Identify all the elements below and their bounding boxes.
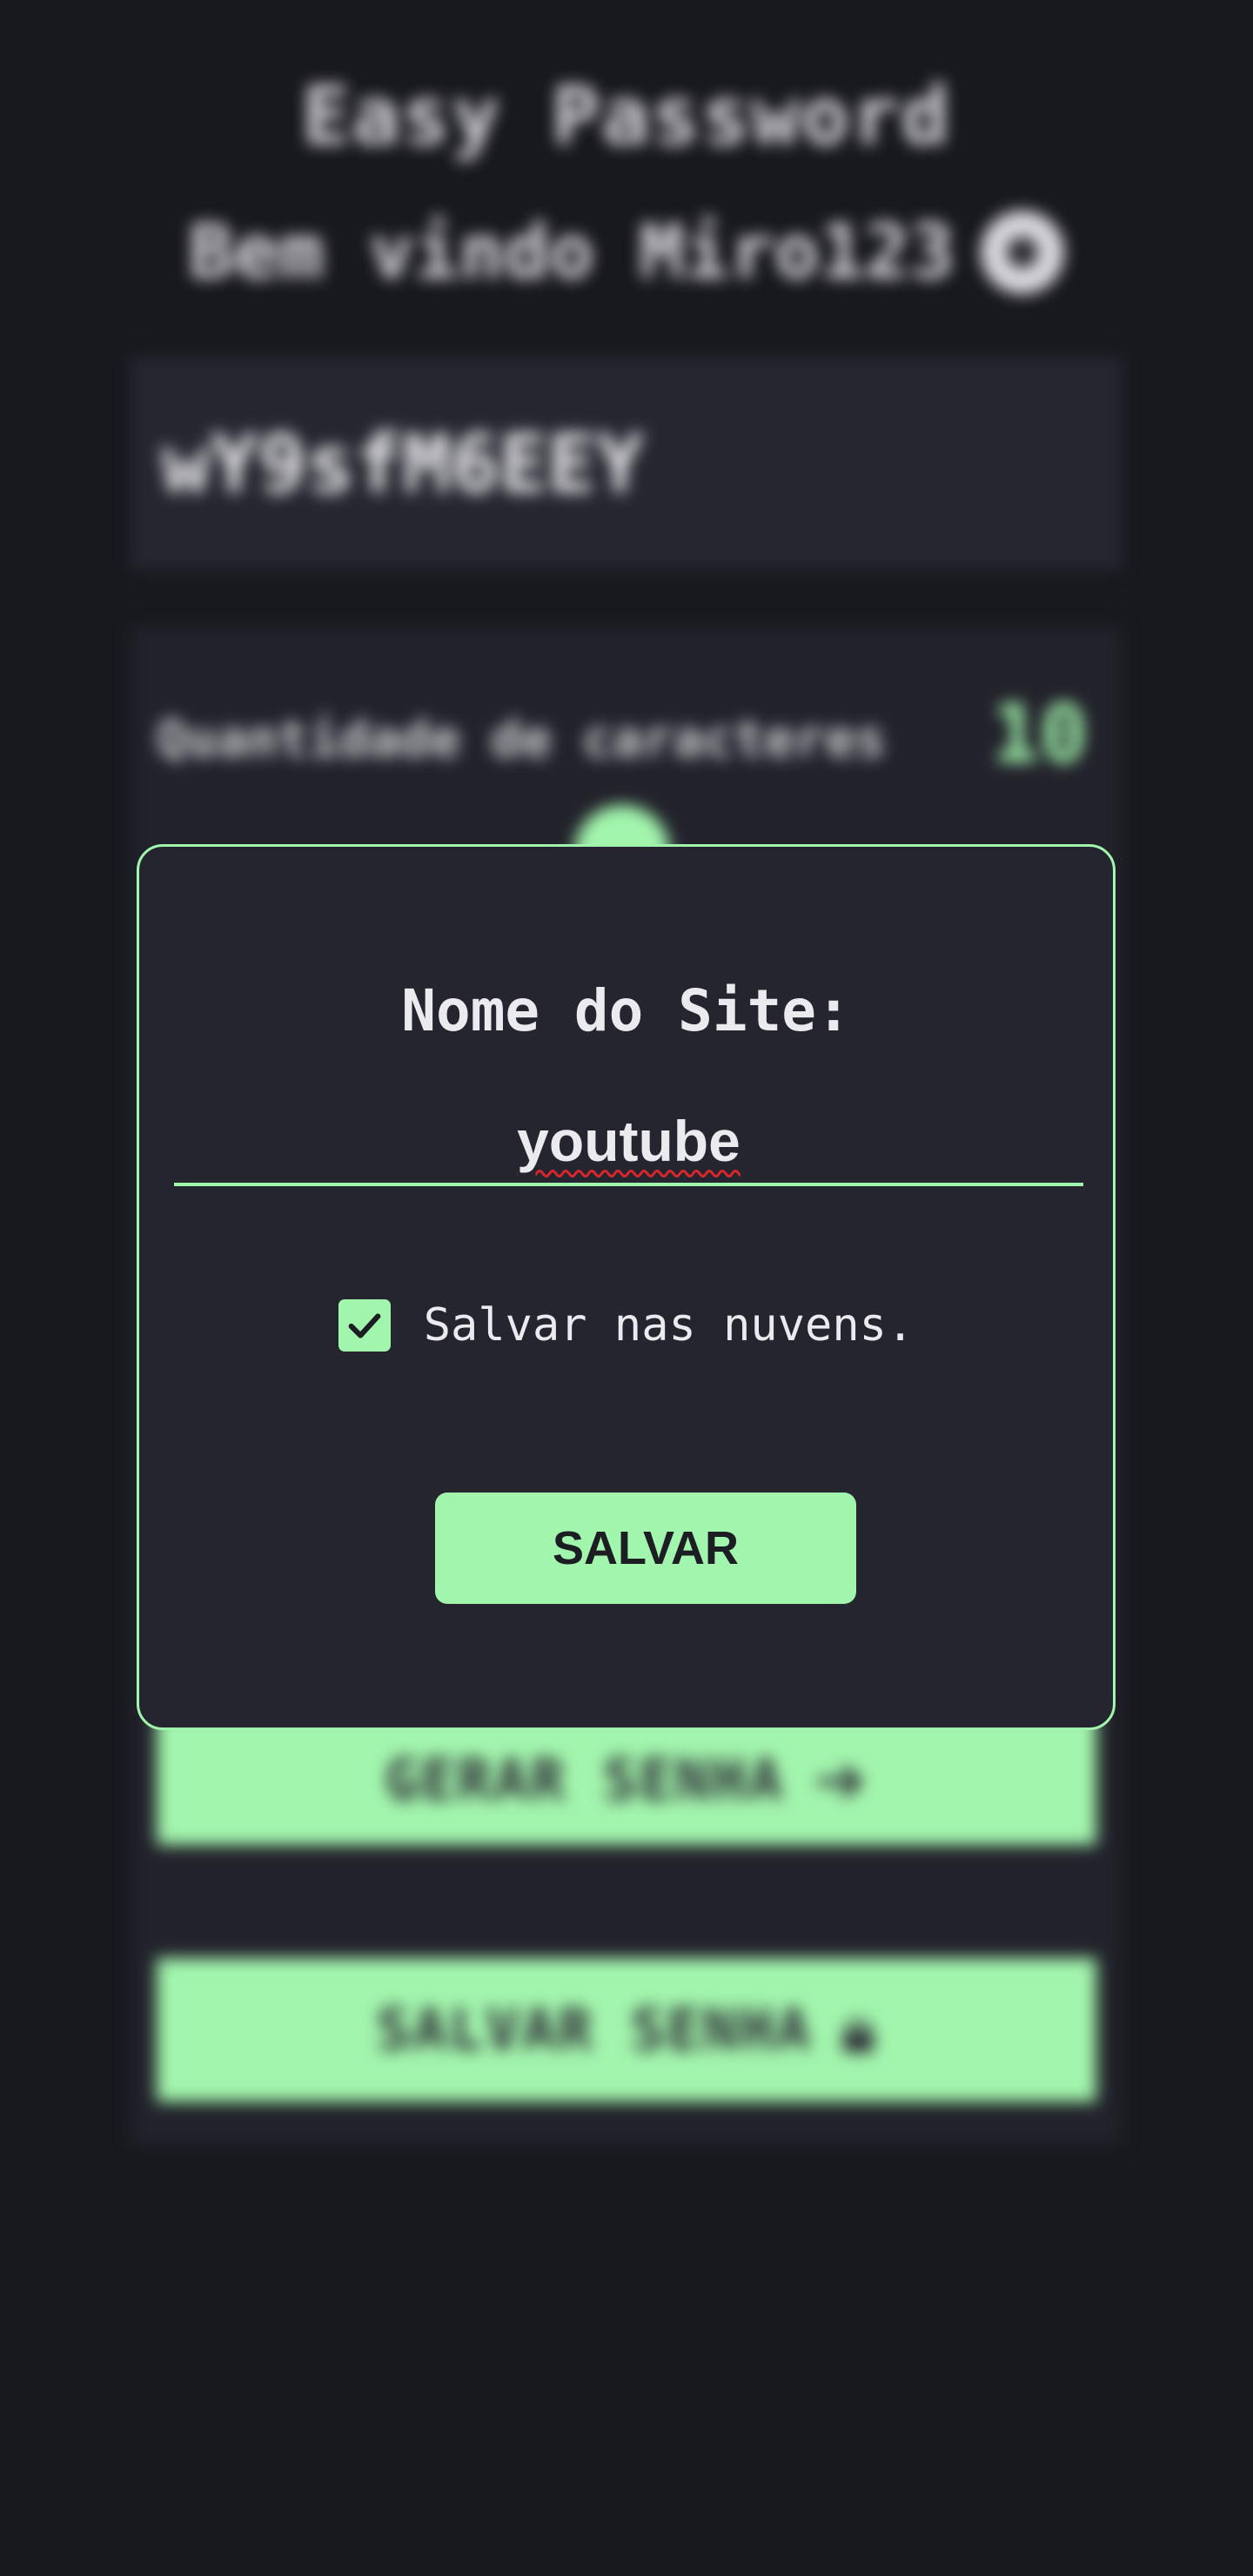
save-password-label: SALVAR SENHA [376, 1996, 813, 2063]
app-title: Easy Password [301, 70, 952, 163]
site-name-input[interactable]: youtube [174, 1099, 1083, 1186]
checkmark-icon [348, 1313, 381, 1338]
save-site-modal: Nome do Site: youtube Salvar nas nuvens.… [137, 844, 1116, 1730]
generated-password: wY9sfM6EEY [162, 418, 644, 511]
cloud-save-row: Salvar nas nuvens. [139, 1299, 1113, 1352]
cloud-save-label: Salvar nas nuvens. [423, 1299, 915, 1352]
arrow-right-icon: ➔ [814, 1743, 868, 1816]
site-name-value: youtube [517, 1109, 740, 1173]
generate-password-button[interactable]: GERAR SENHA ➔ [157, 1714, 1096, 1845]
save-password-button[interactable]: SALVAR SENHA 🔒︎ [157, 1958, 1096, 2102]
cloud-save-checkbox[interactable] [338, 1299, 391, 1352]
modal-title: Nome do Site: [401, 977, 851, 1044]
lock-icon: 🔒︎ [841, 1992, 877, 2066]
length-value: 10 [991, 688, 1088, 781]
modal-save-button[interactable]: SALVAR [435, 1493, 856, 1604]
user-circle-icon[interactable] [981, 211, 1065, 294]
length-label: Quantidade de caracteres [157, 709, 887, 768]
welcome-text: Bem vindo Miro123 [188, 209, 955, 296]
welcome-row: Bem vindo Miro123 [139, 200, 1114, 305]
generate-password-label: GERAR SENHA [385, 1746, 785, 1814]
generated-password-box: wY9sfM6EEY [131, 357, 1122, 570]
